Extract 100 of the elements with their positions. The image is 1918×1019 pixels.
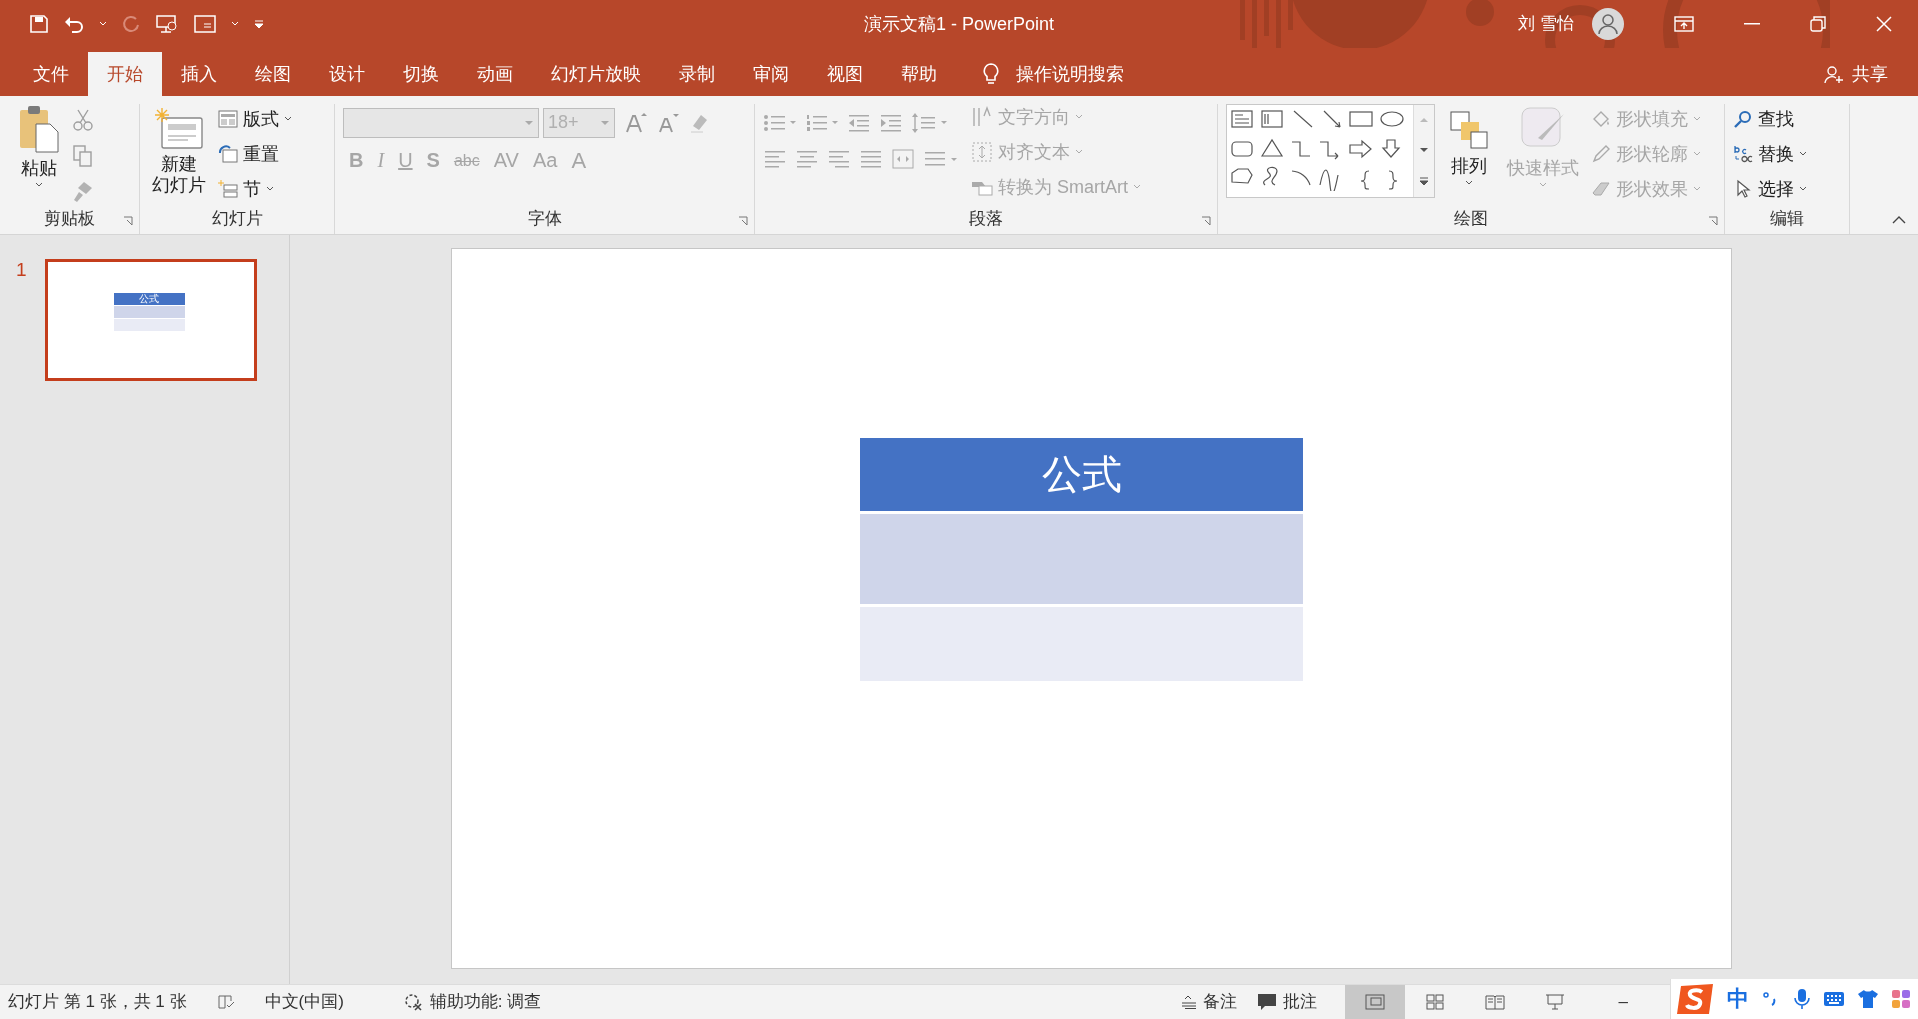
align-text-icon[interactable] bbox=[827, 148, 851, 169]
group-label: 绘图 bbox=[1454, 208, 1488, 231]
align-text-icon[interactable] bbox=[859, 148, 883, 169]
decrease-indent-icon[interactable] bbox=[847, 112, 871, 133]
caret-icon bbox=[1693, 116, 1701, 123]
view-button[interactable] bbox=[1344, 985, 1405, 1019]
microphone-icon[interactable] bbox=[1793, 988, 1811, 1010]
caret-icon bbox=[1133, 184, 1141, 191]
group-label: 字体 bbox=[527, 208, 562, 231]
ribbon-tab[interactable]: 帮助 bbox=[882, 51, 956, 96]
ribbon-display-icon[interactable] bbox=[1674, 15, 1694, 32]
bullet-list-icon[interactable] bbox=[763, 112, 797, 133]
user-name: 刘 雪怡 bbox=[1518, 13, 1574, 36]
arrange-button[interactable]: 排列 bbox=[1443, 103, 1495, 186]
customize-icon[interactable] bbox=[253, 18, 265, 29]
reset-icon bbox=[218, 145, 238, 164]
ribbon-tab[interactable]: 插入 bbox=[162, 51, 236, 96]
speech-bubble-icon bbox=[1256, 993, 1277, 1011]
caret-icon[interactable] bbox=[99, 20, 107, 27]
new-slide-button[interactable]: 新建 幻灯片 bbox=[148, 103, 210, 196]
restore-icon[interactable] bbox=[1810, 15, 1826, 32]
tell-me-search[interactable]: 操作说明搜索 bbox=[966, 51, 1140, 96]
book-icon bbox=[1484, 994, 1505, 1010]
grid-icon bbox=[1424, 994, 1445, 1010]
caret-icon bbox=[1465, 179, 1473, 186]
caret-icon bbox=[1539, 181, 1547, 188]
share-button[interactable]: 共享 bbox=[1824, 51, 1918, 96]
new-slide-icon bbox=[154, 107, 204, 152]
slide-canvas[interactable]: 公式 bbox=[451, 247, 1732, 969]
slide-count: 幻灯片 第 1 张，共 1 张 bbox=[8, 991, 187, 1014]
caret-icon bbox=[266, 186, 274, 193]
toolbox-icon[interactable] bbox=[1891, 989, 1911, 1009]
group-label: 剪贴板 bbox=[44, 208, 95, 231]
notes-button[interactable]: 备注 bbox=[1180, 990, 1237, 1014]
comments-button[interactable]: 批注 bbox=[1256, 990, 1317, 1014]
slide-thumbnail[interactable]: 公式 bbox=[44, 258, 257, 381]
table-cell[interactable] bbox=[860, 513, 1303, 604]
increase-indent-icon[interactable] bbox=[879, 112, 903, 133]
columns-icon[interactable] bbox=[891, 147, 915, 170]
dialog-launcher-icon[interactable] bbox=[1708, 215, 1718, 226]
ime-logo-icon[interactable] bbox=[1675, 982, 1715, 1016]
numbered-list-icon[interactable] bbox=[805, 112, 839, 133]
accessibility-button[interactable]: 辅助功能: 调查 bbox=[403, 990, 542, 1014]
caret-icon[interactable] bbox=[231, 20, 239, 27]
ribbon-tab[interactable]: 审阅 bbox=[734, 51, 808, 96]
more-icon[interactable] bbox=[1419, 175, 1429, 186]
group-label: 编辑 bbox=[1770, 208, 1804, 231]
clipboard-icon bbox=[18, 103, 60, 154]
caret-icon bbox=[1075, 114, 1083, 121]
caret-icon bbox=[35, 181, 43, 188]
keyboard-icon[interactable] bbox=[1823, 991, 1845, 1007]
slide-command[interactable]: 重置 bbox=[218, 140, 292, 168]
dialog-launcher-icon[interactable] bbox=[1201, 215, 1211, 226]
save-icon[interactable] bbox=[29, 13, 49, 34]
thumbnail-table-row bbox=[113, 305, 185, 318]
slide-number: 1 bbox=[16, 258, 27, 281]
redo-icon[interactable] bbox=[121, 13, 141, 34]
ribbon-tab[interactable]: 绘图 bbox=[236, 51, 310, 96]
lightbulb-icon bbox=[982, 61, 1000, 86]
scroll-down-icon[interactable] bbox=[1419, 145, 1429, 154]
pencil-icon bbox=[1591, 144, 1611, 165]
caret-icon bbox=[524, 119, 534, 126]
slide-command[interactable]: 节 bbox=[218, 175, 292, 203]
shapes-gallery[interactable] bbox=[1226, 103, 1435, 198]
slide-command[interactable]: 版式 bbox=[218, 105, 292, 133]
replace-icon bbox=[1733, 144, 1753, 165]
ribbon-tab[interactable]: 动画 bbox=[458, 51, 532, 96]
ribbon-tab[interactable]: 切换 bbox=[384, 51, 458, 96]
window-title: 演示文稿1 - PowerPoint bbox=[862, 13, 1056, 36]
editing-command[interactable]: 选择 bbox=[1733, 175, 1807, 203]
ribbon-tab[interactable]: 幻灯片放映 bbox=[532, 51, 660, 96]
ribbon-tab[interactable]: 文件 bbox=[14, 51, 88, 96]
align-text-icon[interactable] bbox=[763, 148, 787, 169]
avatar-icon[interactable] bbox=[1592, 7, 1624, 40]
close-icon[interactable] bbox=[1876, 15, 1892, 32]
scroll-up-icon[interactable] bbox=[1419, 115, 1429, 124]
ribbon-tab[interactable]: 视图 bbox=[808, 51, 882, 96]
zoom-out-button[interactable]: – bbox=[1618, 992, 1628, 1012]
spell-check-icon[interactable] bbox=[216, 993, 237, 1011]
line-spacing-icon[interactable] bbox=[911, 111, 949, 134]
editing-command[interactable]: 查找 bbox=[1733, 105, 1807, 133]
minimize-icon[interactable] bbox=[1744, 22, 1760, 25]
language-label[interactable]: 中文(中国) bbox=[264, 990, 344, 1014]
ribbon-tab[interactable]: 录制 bbox=[660, 51, 734, 96]
dialog-launcher-icon[interactable] bbox=[123, 215, 133, 226]
caret-icon bbox=[1799, 151, 1807, 158]
ribbon-tab[interactable]: 开始 bbox=[88, 51, 162, 96]
align-text-icon[interactable] bbox=[795, 148, 819, 169]
paste-button[interactable]: 粘贴 bbox=[14, 103, 64, 188]
table-header-cell[interactable]: 公式 bbox=[860, 437, 1303, 511]
caret-icon bbox=[1799, 186, 1807, 193]
shirt-icon[interactable] bbox=[1857, 989, 1879, 1009]
presentation-icon[interactable] bbox=[155, 13, 179, 34]
normal-view-icon bbox=[1364, 994, 1385, 1010]
ribbon-tab[interactable]: 设计 bbox=[310, 51, 384, 96]
input-mode-label[interactable]: 中 bbox=[1727, 984, 1749, 1014]
collapse-ribbon-icon[interactable] bbox=[1892, 215, 1906, 224]
layout-icon[interactable] bbox=[193, 13, 217, 34]
editing-command[interactable]: 替换 bbox=[1733, 140, 1807, 168]
dialog-launcher-icon[interactable] bbox=[738, 215, 748, 226]
